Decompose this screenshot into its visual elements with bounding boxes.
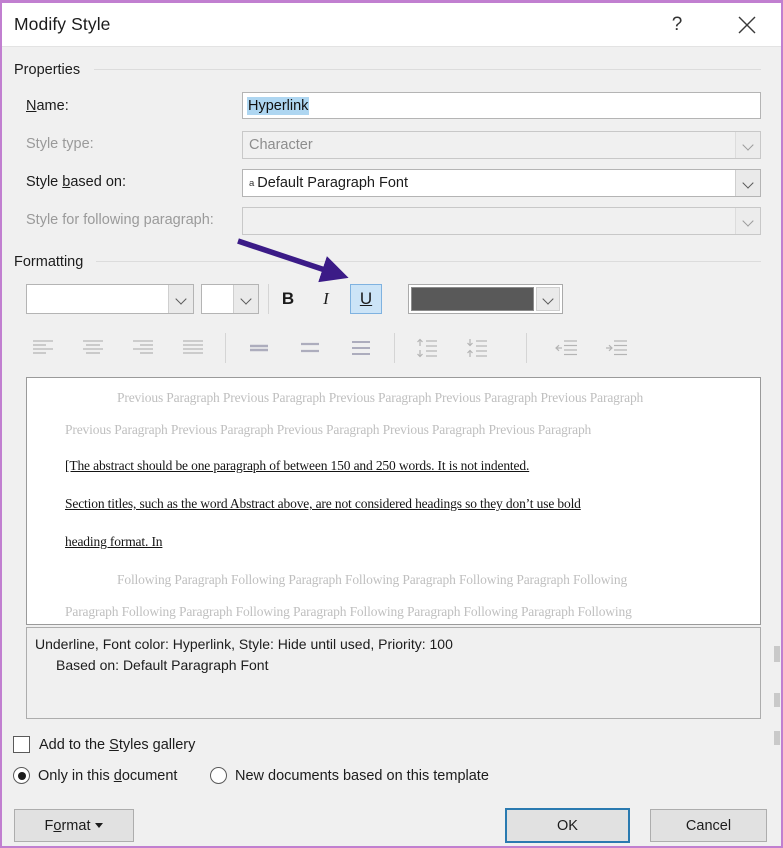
toolbar-separator (225, 333, 226, 363)
style-type-value: Character (243, 132, 735, 158)
chevron-down-icon[interactable] (536, 287, 560, 311)
line-spacing-1-5-button (293, 333, 327, 363)
style-based-on-label: Style based on: (26, 174, 126, 190)
chevron-down-icon (735, 132, 760, 158)
align-justify-icon (181, 338, 205, 358)
background-artifact (774, 646, 780, 662)
chevron-down-icon (735, 208, 760, 234)
caret-down-icon (95, 823, 103, 828)
character-style-icon: a (249, 178, 254, 189)
style-based-on-combo[interactable]: a Default Paragraph Font (242, 169, 761, 197)
new-documents-template-label: New documents based on this template (235, 768, 489, 784)
font-color-swatch (411, 287, 534, 311)
align-left-button (26, 333, 60, 363)
chevron-down-icon[interactable] (168, 285, 193, 313)
style-following-paragraph-value (243, 208, 735, 234)
space-before-icon (414, 337, 440, 359)
align-center-icon (81, 338, 105, 358)
cancel-button[interactable]: Cancel (650, 809, 767, 842)
properties-group-caption: Properties (14, 62, 80, 78)
align-left-icon (31, 338, 55, 358)
line-spacing-1-icon (247, 338, 271, 358)
format-button-label: Format (45, 818, 91, 834)
only-in-this-document-radio[interactable]: Only in this document (13, 767, 177, 784)
bold-button[interactable]: B (274, 284, 302, 314)
toolbar-separator (268, 284, 269, 314)
dialog-title: Modify Style (14, 14, 111, 35)
preview-line: heading format. In (65, 534, 162, 550)
close-icon[interactable] (724, 3, 770, 47)
background-artifact (774, 693, 780, 707)
style-type-combo: Character (242, 131, 761, 159)
font-size-value (202, 285, 233, 313)
only-in-this-document-label: Only in this document (38, 768, 177, 784)
name-input[interactable]: Hyperlink (242, 92, 761, 119)
underline-button[interactable]: U (350, 284, 382, 314)
font-family-value (27, 285, 168, 313)
style-description-box: Underline, Font color: Hyperlink, Style:… (26, 627, 761, 719)
increase-indent-icon (604, 338, 630, 358)
chevron-down-icon[interactable] (735, 170, 760, 196)
style-following-paragraph-label: Style for following paragraph: (26, 212, 214, 228)
style-based-on-value: a Default Paragraph Font (243, 170, 735, 196)
new-documents-template-radio[interactable]: New documents based on this template (210, 767, 489, 784)
checkbox-indicator[interactable] (13, 736, 30, 753)
style-type-label: Style type: (26, 136, 94, 152)
line-spacing-15-icon (298, 338, 322, 358)
font-family-combo[interactable] (26, 284, 194, 314)
toolbar-separator (526, 333, 527, 363)
preview-line: Paragraph Following Paragraph Following … (65, 604, 632, 620)
radio-indicator[interactable] (210, 767, 227, 784)
decrease-indent-button (550, 333, 584, 363)
align-justify-button (176, 333, 210, 363)
formatting-group-caption: Formatting (14, 254, 83, 270)
preview-line: Section titles, such as the word Abstrac… (65, 496, 581, 512)
decrease-indent-icon (554, 338, 580, 358)
style-following-paragraph-combo (242, 207, 761, 235)
description-line-1: Underline, Font color: Hyperlink, Style:… (35, 634, 752, 655)
preview-line: Previous Paragraph Previous Paragraph Pr… (117, 390, 643, 406)
preview-line: [The abstract should be one paragraph of… (65, 458, 529, 474)
preview-line: Previous Paragraph Previous Paragraph Pr… (65, 422, 591, 438)
increase-indent-button (600, 333, 634, 363)
add-to-styles-gallery-checkbox[interactable]: Add to the Styles gallery (13, 736, 195, 753)
help-icon[interactable]: ? (654, 3, 700, 47)
modify-style-dialog: Modify Style ? Properties Name: Hyperlin… (0, 0, 783, 848)
toolbar-separator (394, 333, 395, 363)
add-to-styles-gallery-label: Add to the Styles gallery (39, 737, 195, 753)
line-spacing-single-button (242, 333, 276, 363)
formatting-group-rule (96, 261, 761, 262)
name-label: Name: (26, 98, 69, 114)
align-right-button (126, 333, 160, 363)
background-artifact (774, 731, 780, 745)
increase-paragraph-spacing-button (410, 333, 444, 363)
preview-line: Following Paragraph Following Paragraph … (117, 572, 627, 588)
italic-button[interactable]: I (312, 284, 340, 314)
chevron-down-icon[interactable] (233, 285, 258, 313)
font-color-combo[interactable] (408, 284, 563, 314)
name-input-value: Hyperlink (247, 97, 309, 115)
space-after-icon (464, 337, 490, 359)
help-glyph: ? (672, 14, 683, 36)
decrease-paragraph-spacing-button (460, 333, 494, 363)
description-line-2: Based on: Default Paragraph Font (35, 655, 752, 676)
properties-group-rule (94, 69, 761, 70)
align-right-icon (131, 338, 155, 358)
line-spacing-double-button (344, 333, 378, 363)
align-center-button (76, 333, 110, 363)
style-based-on-text: Default Paragraph Font (257, 175, 408, 191)
radio-indicator[interactable] (13, 767, 30, 784)
title-bar: Modify Style ? (2, 3, 781, 47)
style-preview-pane: Previous Paragraph Previous Paragraph Pr… (26, 377, 761, 625)
ok-button[interactable]: OK (505, 808, 630, 843)
font-size-combo[interactable] (201, 284, 259, 314)
line-spacing-2-icon (349, 338, 373, 358)
format-button[interactable]: Format (14, 809, 134, 842)
